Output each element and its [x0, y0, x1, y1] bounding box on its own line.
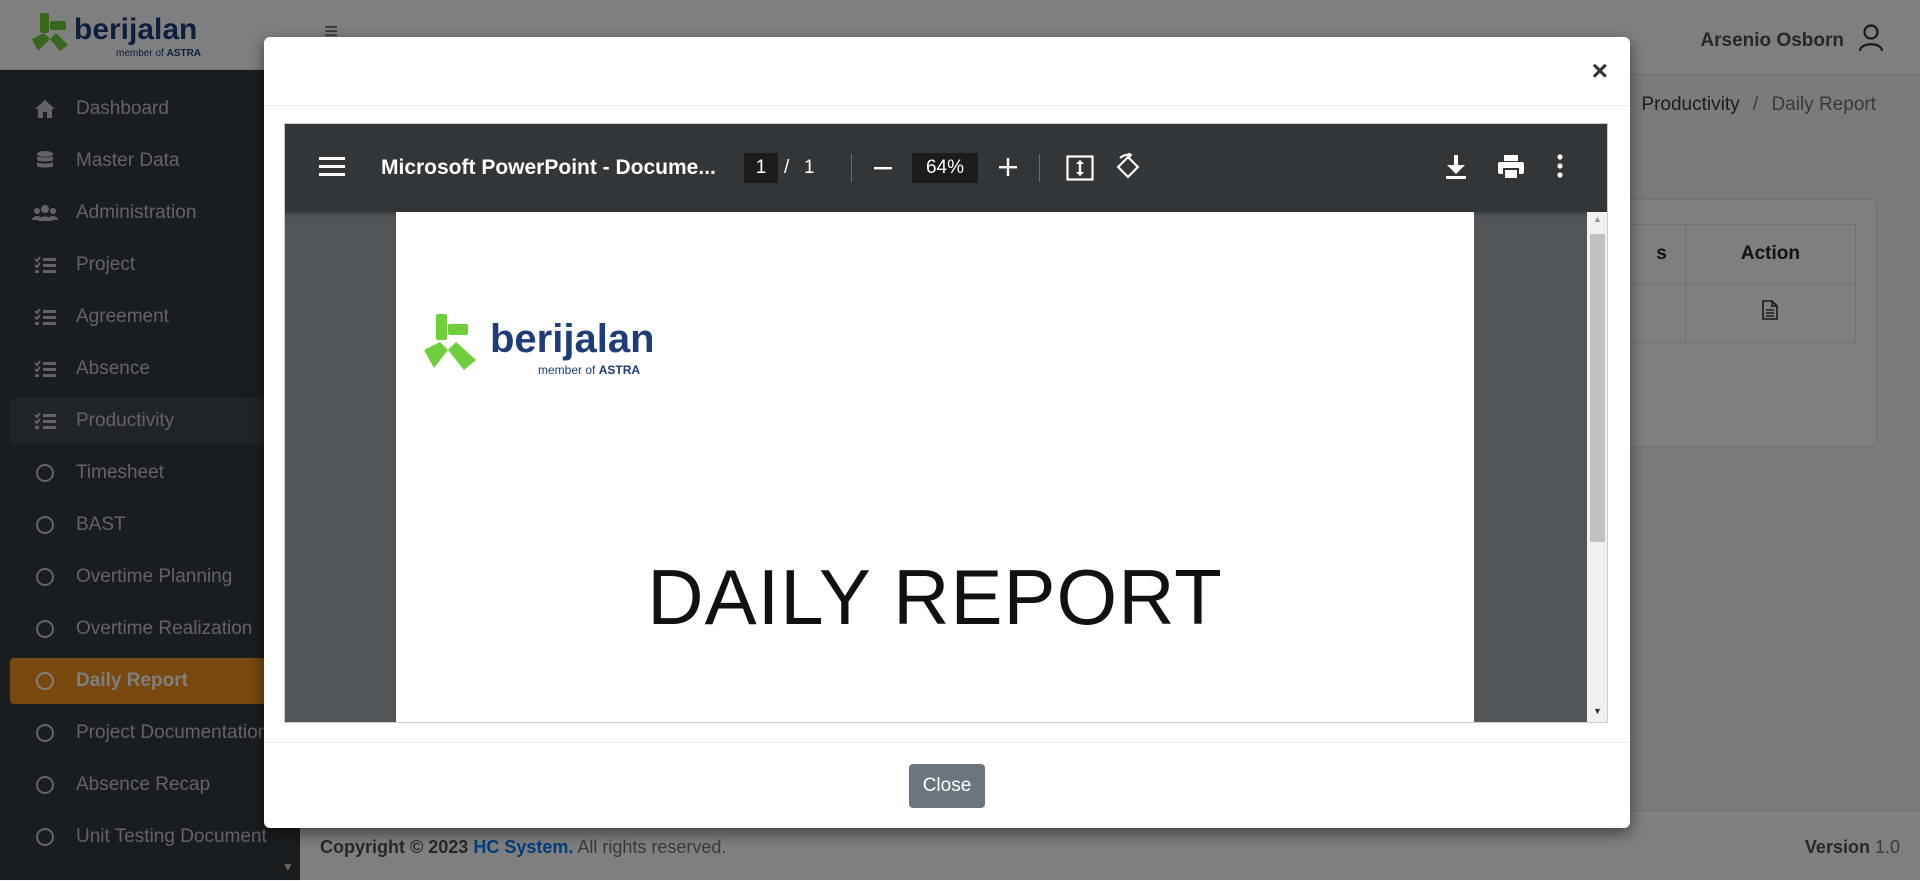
toolbar-divider [851, 154, 852, 182]
pdf-title: Microsoft PowerPoint - Docume... [381, 156, 716, 179]
zoom-in-icon[interactable] [997, 156, 1019, 183]
modal-close-x-button[interactable]: × [1592, 57, 1608, 85]
toolbar-divider [1039, 154, 1040, 182]
pdf-viewer: Microsoft PowerPoint - Docume... 1 / 1 6… [284, 123, 1608, 723]
download-icon[interactable] [1444, 154, 1468, 185]
pdf-toolbar: Microsoft PowerPoint - Docume... 1 / 1 6… [285, 124, 1607, 212]
svg-text:member of ASTRA: member of ASTRA [538, 363, 640, 377]
pdf-page-input[interactable]: 1 [744, 153, 778, 183]
close-button[interactable]: Close [909, 764, 985, 808]
print-icon[interactable] [1497, 154, 1525, 185]
pdf-scrollbar[interactable]: ▲ ▼ [1587, 212, 1607, 722]
svg-text:berijalan: berijalan [490, 317, 652, 361]
modal-footer: Close [264, 742, 1630, 829]
pdf-modal: × Microsoft PowerPoint - Docume... 1 / 1… [264, 37, 1630, 828]
pdf-page-separator: / [784, 157, 790, 178]
modal-header: × [264, 37, 1630, 106]
zoom-level-input[interactable]: 64% [912, 153, 978, 183]
pdf-page: berijalan member of ASTRA DAILY REPORT [396, 212, 1474, 722]
document-title: DAILY REPORT [647, 553, 1223, 641]
scroll-up-icon[interactable]: ▲ [1587, 214, 1607, 224]
berijalan-logo-icon: berijalan member of ASTRA [424, 314, 655, 377]
rotate-icon[interactable] [1114, 152, 1142, 186]
scroll-down-icon[interactable]: ▼ [1587, 706, 1607, 716]
pdf-menu-icon[interactable] [319, 156, 345, 183]
fit-to-page-icon[interactable] [1066, 155, 1094, 186]
more-options-icon[interactable] [1556, 154, 1564, 183]
pdf-page-total: 1 [804, 157, 815, 178]
scrollbar-thumb[interactable] [1590, 234, 1605, 542]
document-logo: berijalan member of ASTRA [422, 312, 655, 387]
zoom-out-icon[interactable] [872, 157, 894, 184]
